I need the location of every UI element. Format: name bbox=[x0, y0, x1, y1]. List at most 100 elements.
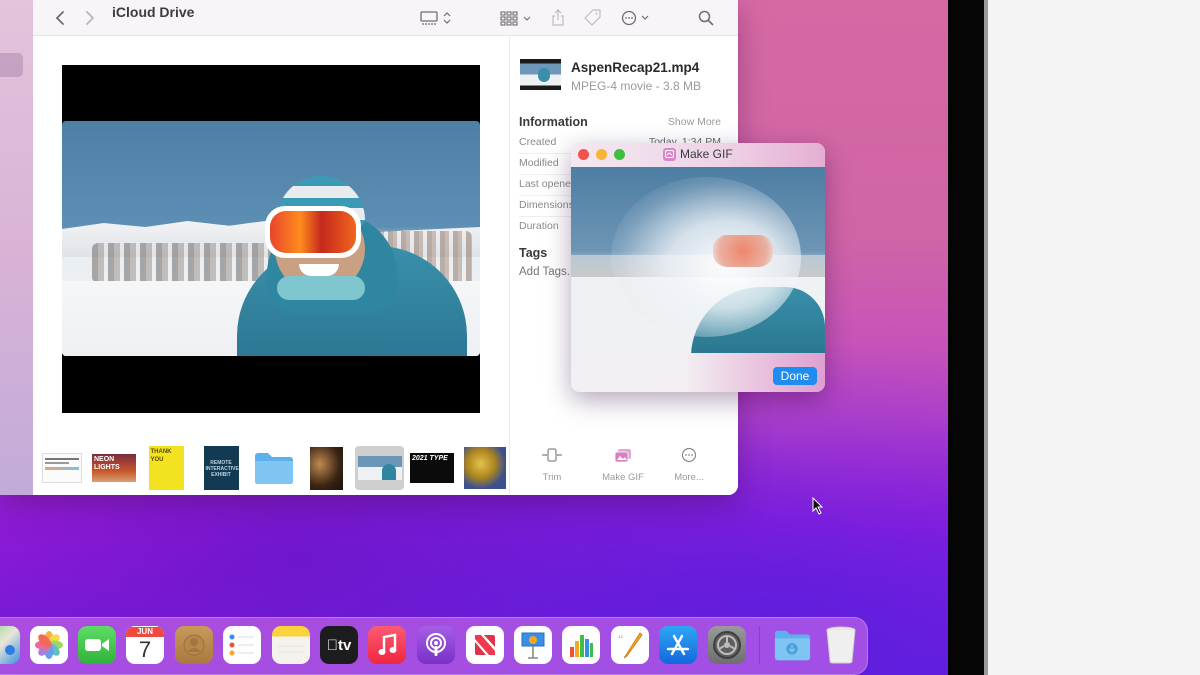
aspen-video-thumbnail[interactable] bbox=[355, 446, 404, 490]
back-button[interactable] bbox=[49, 0, 71, 36]
dock-podcasts[interactable] bbox=[417, 626, 455, 664]
trim-label: Trim bbox=[542, 472, 562, 483]
dock-photos[interactable] bbox=[30, 626, 68, 664]
news-icon bbox=[475, 635, 495, 655]
music-note-icon bbox=[378, 633, 397, 655]
dock-numbers[interactable] bbox=[562, 626, 600, 664]
dock-app-store[interactable] bbox=[659, 626, 697, 664]
make-gif-button[interactable]: Make GIF bbox=[593, 444, 653, 483]
share-icon bbox=[552, 9, 564, 26]
info-label: Duration bbox=[519, 220, 559, 232]
dock-reminders[interactable] bbox=[223, 626, 261, 664]
ellipsis-circle-icon bbox=[621, 10, 649, 26]
information-heading: Information bbox=[519, 115, 588, 129]
tag-button[interactable] bbox=[582, 0, 604, 36]
file-kind: MPEG-4 movie - 3.8 MB bbox=[571, 79, 702, 93]
smile bbox=[299, 264, 339, 276]
file-thumbnail bbox=[520, 59, 561, 90]
mouse-cursor-icon bbox=[812, 497, 824, 515]
finder-sidebar bbox=[0, 0, 33, 495]
dock-maps[interactable] bbox=[0, 626, 20, 664]
numbers-icon bbox=[570, 635, 593, 657]
doc-line bbox=[45, 458, 79, 460]
gallery-content: NEON LIGHTS THANK YOU REMOTE INTERACTIVE… bbox=[33, 36, 509, 495]
document-preview bbox=[42, 453, 82, 483]
notes-icon bbox=[278, 645, 304, 653]
silhouette-photo-thumbnail[interactable] bbox=[309, 446, 343, 490]
gif-window-titlebar[interactable]: Make GIF bbox=[571, 143, 825, 167]
view-mode-button[interactable] bbox=[419, 0, 455, 36]
info-label: Created bbox=[519, 136, 557, 148]
dock-pages[interactable]: “ bbox=[611, 626, 649, 664]
search-button[interactable] bbox=[695, 0, 717, 36]
type-poster-thumbnail[interactable]: 2021 TYPE bbox=[409, 446, 455, 490]
keynote-icon bbox=[521, 632, 545, 659]
background-panel bbox=[988, 0, 1200, 675]
doc-line bbox=[45, 462, 69, 464]
folder-thumbnail[interactable] bbox=[252, 446, 296, 490]
gif-skier-goggles bbox=[713, 235, 773, 267]
info-label: Modified bbox=[519, 157, 559, 169]
dock-downloads[interactable] bbox=[773, 626, 811, 664]
share-button[interactable] bbox=[547, 0, 569, 36]
chevron-right-icon bbox=[86, 11, 95, 25]
more-icon bbox=[681, 447, 697, 463]
forward-button[interactable] bbox=[79, 0, 101, 36]
dock-contacts[interactable] bbox=[175, 626, 213, 664]
silhouette-photo bbox=[309, 446, 343, 490]
dock-keynote[interactable] bbox=[514, 626, 552, 664]
search-icon bbox=[698, 10, 714, 26]
zoom-button[interactable] bbox=[614, 149, 625, 160]
dock-trash[interactable] bbox=[822, 626, 860, 664]
neon-lights-thumbnail[interactable]: NEON LIGHTS bbox=[91, 446, 137, 490]
gallery-view-icon bbox=[420, 11, 451, 25]
dock-separator bbox=[759, 626, 760, 664]
tag-icon bbox=[584, 9, 601, 26]
thumbnail-strip: NEON LIGHTS THANK YOU REMOTE INTERACTIVE… bbox=[33, 440, 509, 495]
downloads-folder-icon bbox=[774, 630, 811, 661]
finder-toolbar: iCloud Drive bbox=[33, 0, 738, 36]
gif-glyph-icon bbox=[665, 150, 674, 158]
sidebar-selected-item[interactable] bbox=[0, 53, 23, 77]
window-title: iCloud Drive bbox=[112, 4, 195, 20]
sculpture-photo bbox=[464, 447, 506, 489]
file-name: AspenRecap21.mp4 bbox=[571, 60, 700, 75]
group-by-button[interactable] bbox=[499, 0, 535, 36]
document-thumbnail[interactable] bbox=[41, 446, 83, 490]
dock-music[interactable] bbox=[368, 626, 406, 664]
dock-facetime[interactable] bbox=[78, 626, 116, 664]
show-more-link[interactable]: Show More bbox=[668, 116, 721, 128]
quick-actions: Trim Make GIF More... bbox=[510, 440, 738, 495]
doc-line bbox=[45, 467, 79, 470]
display-bezel bbox=[948, 0, 984, 675]
skier-mini bbox=[381, 464, 396, 480]
exhibit-poster-thumbnail[interactable]: REMOTE INTERACTIVE EXHIBIT bbox=[203, 446, 239, 490]
gif-preview bbox=[571, 167, 825, 353]
svg-text:“: “ bbox=[618, 632, 623, 646]
make-gif-app-icon bbox=[663, 147, 676, 161]
chevron-left-icon bbox=[55, 11, 64, 25]
gif-window-title-text: Make GIF bbox=[680, 147, 733, 161]
dock-system-preferences[interactable] bbox=[708, 626, 746, 664]
done-button[interactable]: Done bbox=[773, 367, 817, 385]
make-gif-icon-wrap bbox=[593, 444, 653, 466]
smiley-poster-thumbnail[interactable]: THANK YOU bbox=[148, 446, 184, 490]
maps-icon bbox=[5, 645, 15, 655]
dock-apple-tv[interactable]: tv bbox=[320, 626, 358, 664]
calendar-day: 7 bbox=[138, 637, 152, 662]
sculpture-photo-thumbnail[interactable] bbox=[463, 446, 507, 490]
more-button[interactable]: More... bbox=[659, 444, 719, 483]
pages-icon: “ bbox=[618, 632, 643, 659]
trim-icon-wrap bbox=[522, 444, 582, 466]
actions-menu-button[interactable] bbox=[619, 0, 655, 36]
app-store-icon bbox=[666, 634, 690, 656]
minimize-button[interactable] bbox=[596, 149, 607, 160]
trim-icon bbox=[542, 448, 562, 462]
dock-calendar[interactable]: JUN 7 bbox=[126, 626, 164, 664]
video-preview[interactable] bbox=[62, 65, 480, 413]
dock-notes[interactable] bbox=[272, 626, 310, 664]
dock-news[interactable] bbox=[466, 626, 504, 664]
trim-button[interactable]: Trim bbox=[522, 444, 582, 483]
make-gif-label: Make GIF bbox=[602, 472, 644, 483]
close-button[interactable] bbox=[578, 149, 589, 160]
